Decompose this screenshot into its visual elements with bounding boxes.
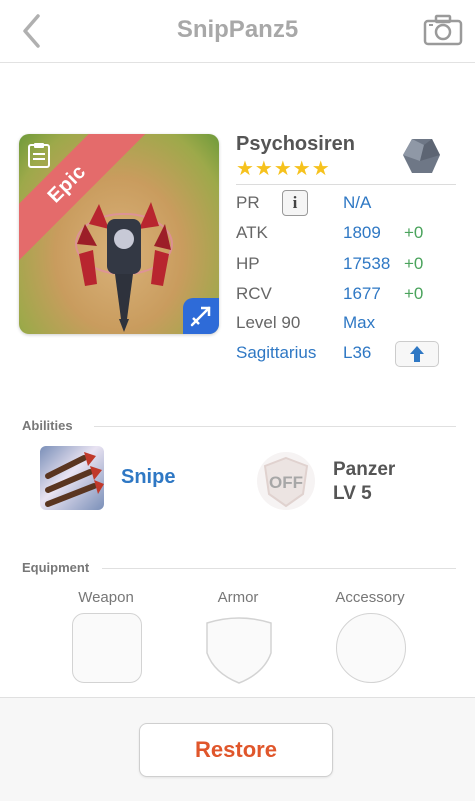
accessory-label: Accessory <box>335 589 405 606</box>
role-badge <box>183 298 219 334</box>
stat-label: PR <box>236 193 260 212</box>
sniper-role-icon <box>190 306 211 327</box>
camera-button[interactable] <box>423 14 463 46</box>
stat-value: N/A <box>343 193 372 212</box>
triple-arrow-icon <box>45 452 104 507</box>
snipe-ability-icon[interactable] <box>40 446 104 510</box>
stat-value: 1809 <box>343 223 381 242</box>
stat-label: RCV <box>236 284 272 303</box>
arrow-up-icon <box>410 346 424 362</box>
stat-bonus: +0 <box>404 284 424 303</box>
passive-off-badge[interactable]: OFF <box>255 450 317 512</box>
stat-label: ATK <box>236 223 268 242</box>
monster-name: Psychosiren <box>236 133 355 155</box>
star-rating: ★★★★★ <box>236 158 331 180</box>
stat-row-rcv: RCV 1677 +0 <box>236 278 456 308</box>
passive-ability-level: LV 5 <box>333 483 372 504</box>
page-title: SnipPanz5 <box>176 16 299 43</box>
equipment-divider <box>102 568 456 569</box>
weapon-slot[interactable] <box>72 613 142 683</box>
armor-label: Armor <box>217 589 259 606</box>
off-badge-label: OFF <box>269 473 303 492</box>
passive-ability-title: Panzer <box>333 459 396 480</box>
bottom-bar: Restore <box>0 697 475 801</box>
restore-button[interactable]: Restore <box>139 723 333 777</box>
abilities-divider <box>94 426 456 427</box>
stat-row-pr: PR i N/A <box>236 187 456 217</box>
level-value: Max <box>343 313 376 332</box>
level-label: Level 90 <box>236 313 301 332</box>
monster-portrait[interactable]: Epic <box>19 134 219 334</box>
top-bar: SnipPanz5 <box>0 0 475 63</box>
sign-level: L36 <box>343 343 372 362</box>
stat-bonus: +0 <box>404 254 424 273</box>
accessory-slot[interactable] <box>336 613 406 683</box>
stat-row-atk: ATK 1809 +0 <box>236 217 456 247</box>
monster-creature-image <box>75 202 173 332</box>
armor-slot[interactable] <box>204 613 274 685</box>
stat-row-level: Level 90 Max <box>236 307 456 337</box>
document-icon <box>28 143 50 168</box>
active-ability-name[interactable]: Snipe <box>121 466 175 489</box>
stat-value: 1677 <box>343 284 381 303</box>
stat-row-sign: Sagittarius L36 <box>236 337 456 367</box>
info-icon[interactable]: i <box>282 190 308 216</box>
equipment-heading: Equipment <box>22 560 90 575</box>
stat-value: 17538 <box>343 254 391 273</box>
stat-row-hp: HP 17538 +0 <box>236 248 456 278</box>
weapon-label: Weapon <box>78 589 134 606</box>
abilities-heading: Abilities <box>22 418 73 433</box>
camera-icon <box>423 14 463 46</box>
stat-bonus: +0 <box>404 223 424 242</box>
passive-ability-name: Panzer LV 5 <box>333 458 395 506</box>
sign-link[interactable]: Sagittarius <box>236 343 316 363</box>
stat-label: HP <box>236 254 260 273</box>
rock-gem-icon <box>403 139 440 173</box>
upgrade-sign-button[interactable] <box>395 341 439 367</box>
stats-divider <box>236 184 456 185</box>
